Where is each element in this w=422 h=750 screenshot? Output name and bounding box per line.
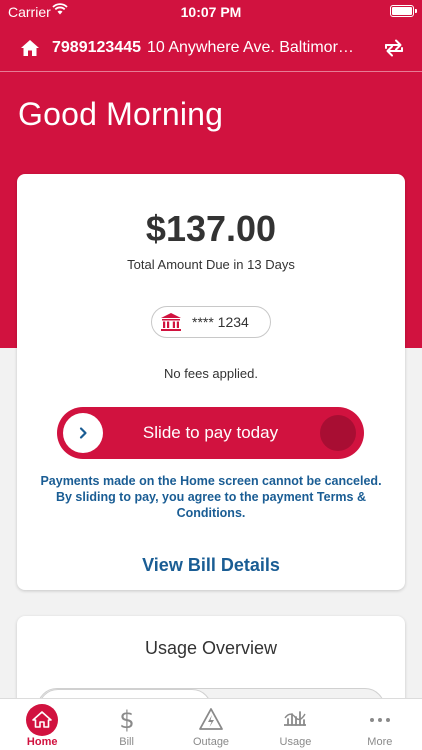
due-date-text: Total Amount Due in 13 Days <box>127 257 295 272</box>
bill-summary-card: $137.00 Total Amount Due in 13 Days ****… <box>17 174 405 590</box>
tab-usage[interactable]: Usage <box>253 699 337 750</box>
dollar-icon: $ <box>119 706 134 734</box>
tab-home[interactable]: Home <box>0 699 84 750</box>
account-address: 10 Anywhere Ave. Baltimore,... <box>146 39 359 56</box>
tab-more[interactable]: More <box>338 699 422 750</box>
usage-meter-icon <box>284 711 307 726</box>
tab-label-more: More <box>367 736 393 748</box>
tab-label-home: Home <box>26 736 58 748</box>
usage-overview-title: Usage Overview <box>144 638 278 658</box>
slider-target <box>320 415 356 451</box>
header-divider <box>0 71 422 72</box>
home-icon <box>21 40 39 56</box>
bank-account-masked: **** 1234 <box>192 314 249 330</box>
more-dots-icon <box>369 718 390 722</box>
bank-icon <box>161 313 181 331</box>
slider-label: Slide to pay today <box>142 423 279 442</box>
tab-label-usage: Usage <box>279 736 312 748</box>
tab-bar: Home $ Bill Outage Usage More <box>0 698 422 750</box>
fees-text: No fees applied. <box>164 366 258 381</box>
tab-outage[interactable]: Outage <box>169 699 253 750</box>
switch-account-icon[interactable] <box>382 36 406 60</box>
outage-warning-icon <box>199 708 223 730</box>
tab-bill[interactable]: $ Bill <box>84 699 168 750</box>
payment-disclaimer: Payments made on the Home screen cannot … <box>40 474 382 520</box>
clock: 10:07 PM <box>180 4 242 20</box>
tab-label-outage: Outage <box>192 736 230 748</box>
home-tab-icon <box>26 704 59 736</box>
status-bar: Carrier 10:07 PM <box>0 0 422 24</box>
amount-due: $137.00 <box>145 208 277 249</box>
slide-to-pay-slider[interactable]: Slide to pay today <box>57 407 364 459</box>
account-number: 7989123445 <box>52 39 141 56</box>
account-selector[interactable]: 7989123445 10 Anywhere Ave. Baltimore,..… <box>0 28 422 68</box>
view-bill-details-link[interactable]: View Bill Details <box>17 555 405 576</box>
svg-text:$: $ <box>119 706 134 734</box>
battery-icon <box>390 5 417 17</box>
greeting-title: Good Morning <box>18 96 224 132</box>
payment-method-pill[interactable]: **** 1234 <box>151 306 271 338</box>
tab-label-bill: Bill <box>119 736 134 748</box>
